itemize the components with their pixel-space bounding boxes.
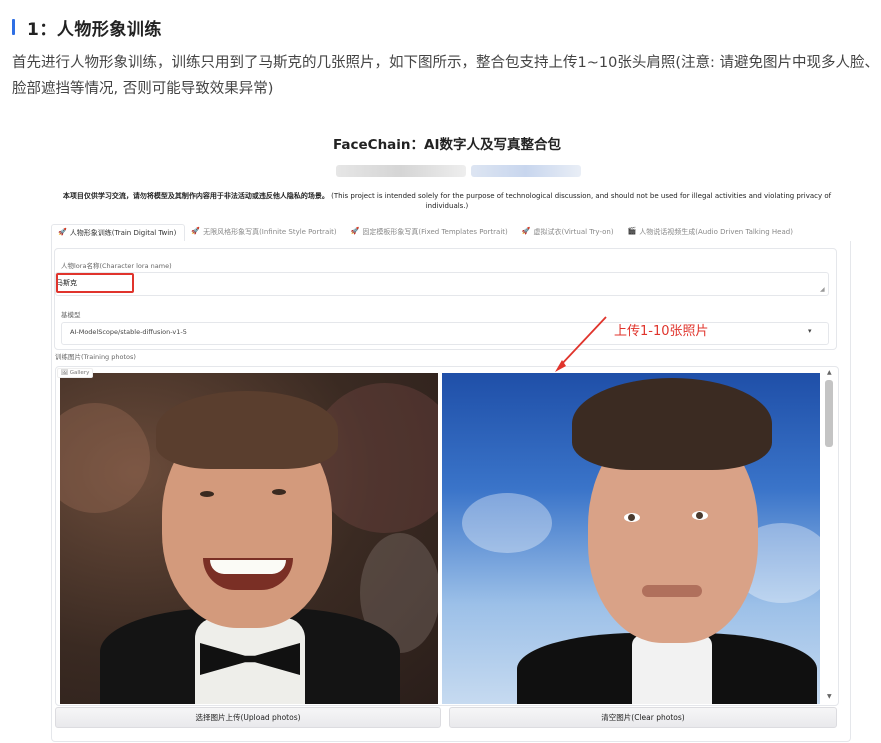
annotation-text: 上传1-10张照片 <box>614 324 709 339</box>
annotation-arrow <box>555 316 607 372</box>
